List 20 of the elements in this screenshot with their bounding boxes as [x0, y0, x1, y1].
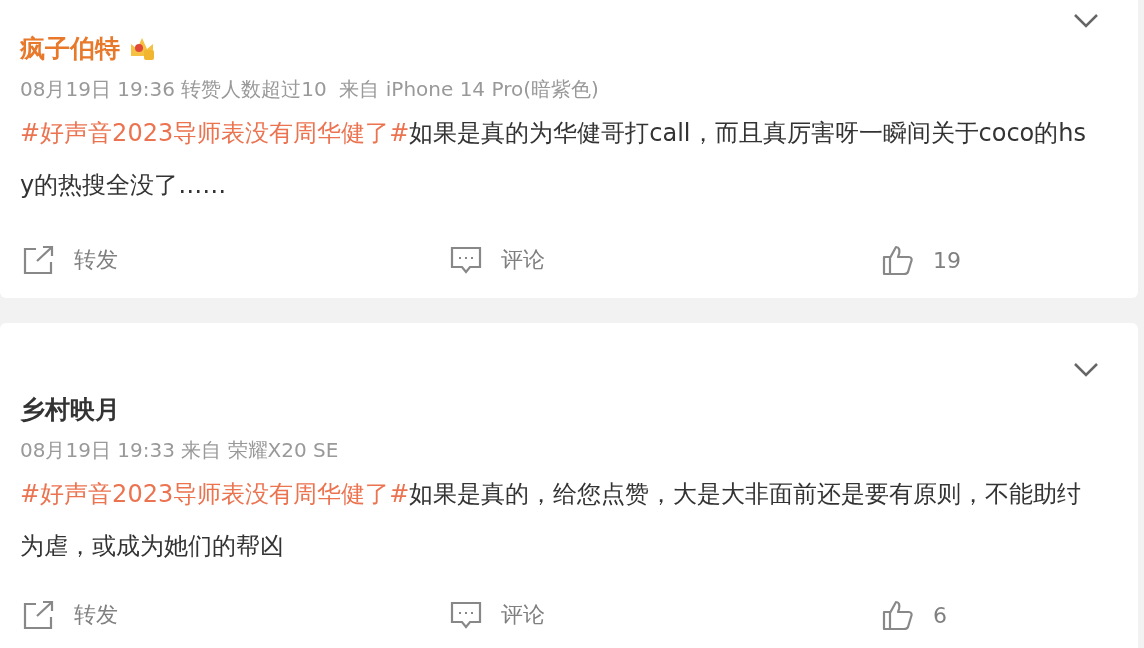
post-meta: 08月19日 19:36 转赞人数超过10 来自 iPhone 14 Pro(暗紫色) [20, 76, 600, 103]
chevron-down-icon[interactable] [1072, 361, 1100, 379]
comment-label[interactable]: 评论 [501, 600, 545, 630]
post-meta: 08月19日 19:33 来自 荣耀X20 SE [20, 437, 340, 464]
share-icon[interactable] [22, 599, 56, 631]
post-text: #好声音2023导师表没有周华健了#如果是真的，给您点赞，大是大非面前还是要有原则，不能助纣为虐，或成为她们的帮凶 [20, 479, 1083, 562]
thumbs-up-icon[interactable] [881, 244, 915, 276]
post-text: #好声音2023导师表没有周华健了#如果是真的为华健哥打call，而且真厉害呀一瞬间关于coco的hsy的热搜全没了…… [20, 118, 1087, 201]
share-icon[interactable] [22, 244, 56, 276]
comment-icon[interactable] [449, 599, 483, 631]
comment-label[interactable]: 评论 [501, 245, 545, 275]
like-count: 19 [933, 247, 961, 273]
comment-icon[interactable] [449, 244, 483, 276]
author-name[interactable]: 乡村映月 [20, 392, 120, 426]
chevron-down-icon[interactable] [1072, 12, 1100, 30]
like-count: 6 [933, 602, 947, 628]
thumbs-up-icon[interactable] [881, 599, 915, 631]
repost-label[interactable]: 转发 [74, 245, 118, 275]
repost-label[interactable]: 转发 [74, 600, 118, 630]
author-name[interactable]: 疯子伯特 [20, 31, 120, 65]
